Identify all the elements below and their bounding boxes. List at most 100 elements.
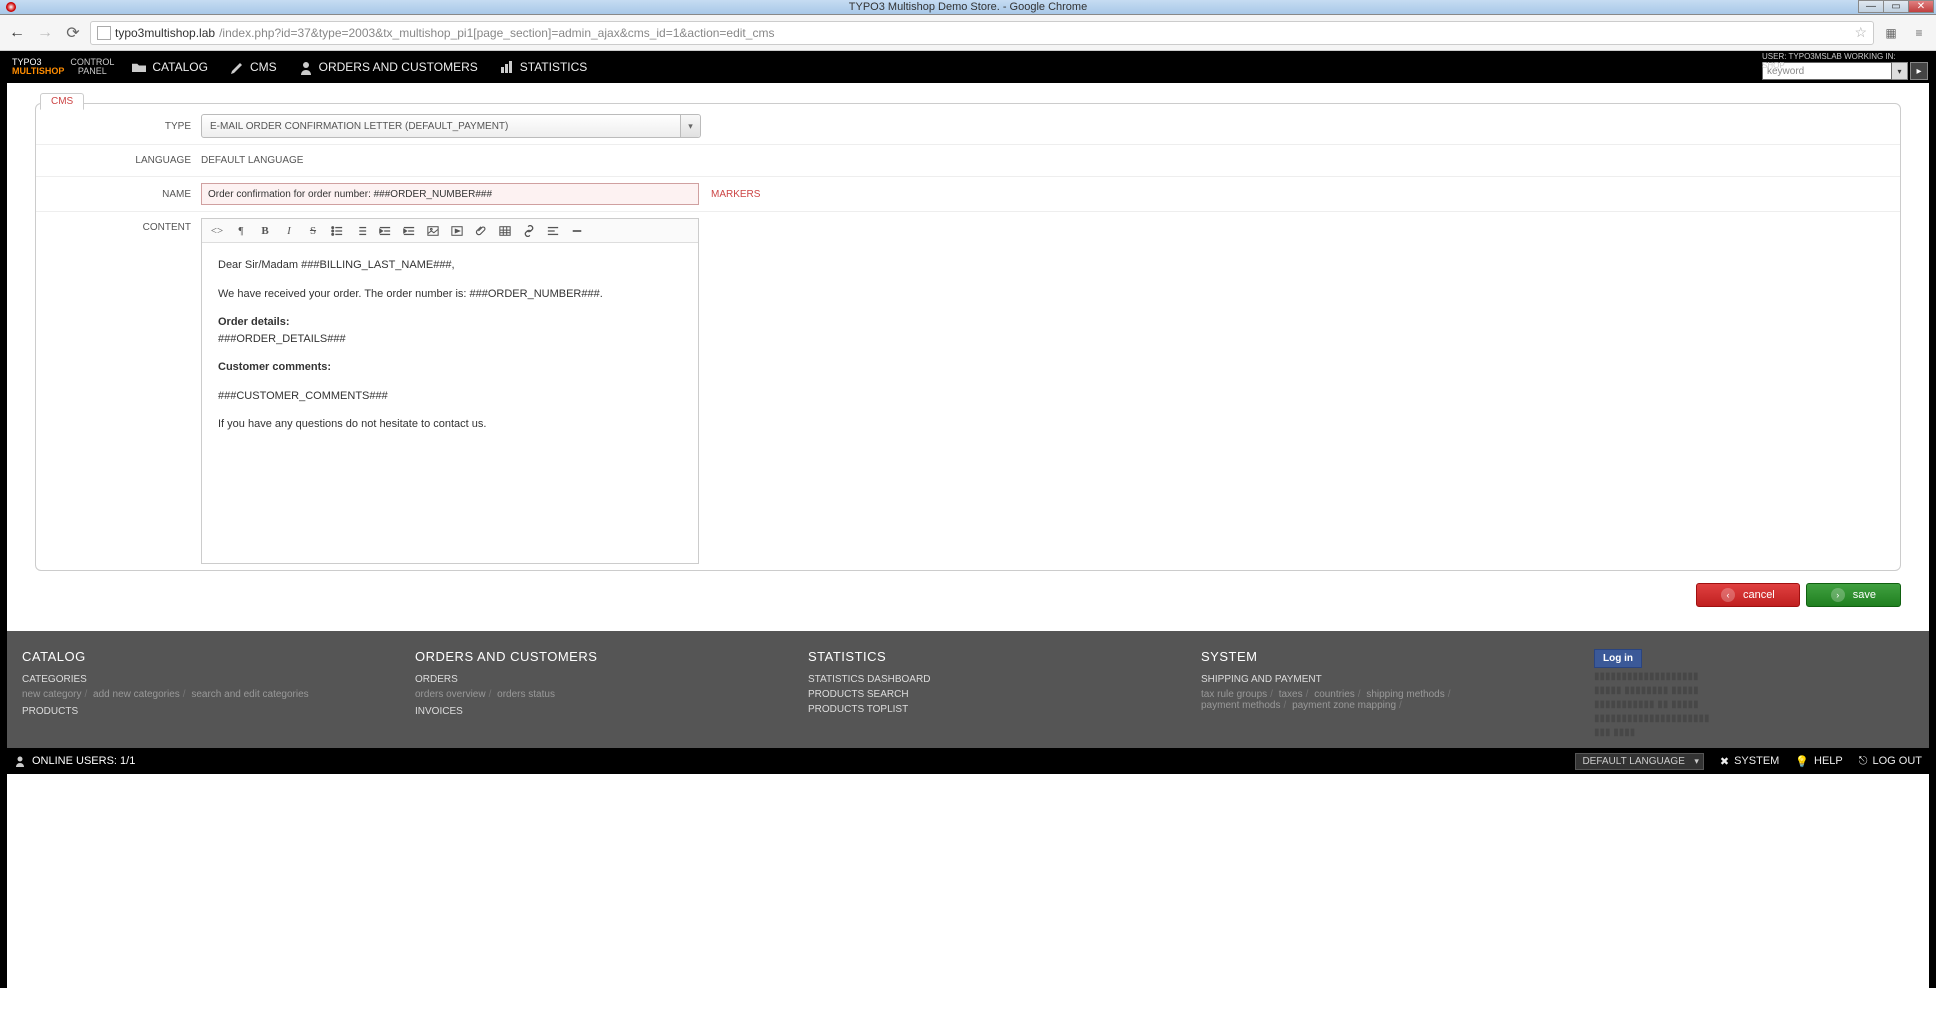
type-select-value: E-MAIL ORDER CONFIRMATION LETTER (DEFAUL…: [210, 121, 508, 132]
footer-heading: SYSTEM: [1201, 649, 1574, 664]
chevron-left-icon: ‹: [1721, 588, 1735, 602]
footer-link[interactable]: payment zone mapping: [1292, 700, 1396, 711]
table-icon[interactable]: [494, 222, 516, 240]
logout-icon: ⎋: [1859, 755, 1868, 768]
bottombar: ONLINE USERS: 1/1 DEFAULT LANGUAGE ✖ SYS…: [0, 748, 1936, 774]
row-language: LANGUAGE DEFAULT LANGUAGE: [36, 145, 1900, 177]
close-window-button[interactable]: ✕: [1908, 0, 1934, 13]
align-icon[interactable]: [542, 222, 564, 240]
editor-line: ###CUSTOMER_COMMENTS###: [218, 388, 682, 405]
editor-content[interactable]: Dear Sir/Madam ###BILLING_LAST_NAME###, …: [202, 243, 698, 563]
footer-link[interactable]: countries: [1314, 689, 1355, 700]
content-label: CONTENT: [46, 218, 201, 233]
menu-catalog[interactable]: CATALOG: [132, 60, 208, 74]
footer-col-orders: ORDERS AND CUSTOMERS ORDERS orders overv…: [415, 649, 788, 740]
name-input[interactable]: [201, 183, 699, 205]
footer-link[interactable]: STATISTICS DASHBOARD: [808, 674, 1181, 685]
footer-subheading[interactable]: CATEGORIES: [22, 674, 395, 685]
footer-link[interactable]: taxes: [1279, 689, 1303, 700]
attachment-icon[interactable]: [470, 222, 492, 240]
footer-link[interactable]: shipping methods: [1366, 689, 1444, 700]
online-users-label: ONLINE USERS: 1/1: [32, 755, 135, 767]
strikethrough-icon[interactable]: S: [302, 222, 324, 240]
cancel-button[interactable]: ‹ cancel: [1696, 583, 1800, 607]
save-button[interactable]: › save: [1806, 583, 1901, 607]
indent-icon[interactable]: [398, 222, 420, 240]
menu-statistics[interactable]: STATISTICS: [500, 60, 588, 74]
footer-subheading[interactable]: SHIPPING AND PAYMENT: [1201, 674, 1574, 685]
panel-tab-cms[interactable]: CMS: [40, 93, 84, 110]
italic-icon[interactable]: I: [278, 222, 300, 240]
url-input[interactable]: typo3multishop.lab/index.php?id=37&type=…: [90, 21, 1874, 45]
footer-link[interactable]: orders overview: [415, 689, 486, 700]
language-value: DEFAULT LANGUAGE: [201, 155, 303, 166]
footer-link[interactable]: search and edit categories: [191, 689, 308, 700]
footer-link[interactable]: PRODUCTS SEARCH: [808, 689, 1181, 700]
horizontal-rule-icon[interactable]: [566, 222, 588, 240]
system-button[interactable]: ✖ SYSTEM: [1720, 755, 1779, 768]
side-edge: [0, 83, 7, 988]
footer-subheading[interactable]: ORDERS: [415, 674, 788, 685]
action-buttons: ‹ cancel › save: [35, 571, 1901, 619]
footer-col-catalog: CATALOG CATEGORIES new category/ add new…: [22, 649, 395, 740]
footer-heading: STATISTICS: [808, 649, 1181, 664]
footer-link[interactable]: PRODUCTS TOPLIST: [808, 704, 1181, 715]
code-view-icon[interactable]: <>: [206, 222, 228, 240]
footer-col-stats: STATISTICS STATISTICS DASHBOARD PRODUCTS…: [808, 649, 1181, 740]
footer-col-system: SYSTEM SHIPPING AND PAYMENT tax rule gro…: [1201, 649, 1574, 740]
footer-subheading[interactable]: INVOICES: [415, 706, 788, 717]
maximize-window-button[interactable]: ▭: [1883, 0, 1909, 13]
footer-link[interactable]: payment methods: [1201, 700, 1281, 711]
minimize-window-button[interactable]: —: [1858, 0, 1884, 13]
extension-icon[interactable]: ▦: [1880, 22, 1902, 44]
help-button[interactable]: 💡 HELP: [1795, 755, 1842, 768]
footer-right: Log in ▮▮▮▮▮▮▮▮▮▮▮▮▮▮▮▮▮▮▮▮▮▮▮▮ ▮▮▮▮▮▮▮▮…: [1594, 649, 1914, 740]
window-controls: — ▭ ✕: [1859, 0, 1934, 13]
image-icon[interactable]: [422, 222, 444, 240]
chrome-icon: [6, 2, 16, 12]
chevron-right-icon: ›: [1831, 588, 1845, 602]
row-content: CONTENT <> ¶ B I S: [36, 212, 1900, 570]
user-icon: [14, 755, 26, 767]
outdent-icon[interactable]: [374, 222, 396, 240]
multishop-logo[interactable]: TYPO3 MULTISHOP CONTROL PANEL: [12, 58, 114, 76]
footer-links: orders overview/ orders status: [415, 689, 788, 700]
footer-link[interactable]: orders status: [497, 689, 555, 700]
cms-panel: CMS TYPE E-MAIL ORDER CONFIRMATION LETTE…: [35, 103, 1901, 571]
bold-icon[interactable]: B: [254, 222, 276, 240]
side-edge: [1929, 83, 1936, 988]
forward-button[interactable]: →: [34, 22, 56, 44]
footer-link[interactable]: add new categories: [93, 689, 180, 700]
url-domain: typo3multishop.lab: [115, 26, 215, 40]
menu-icon[interactable]: ≡: [1908, 22, 1930, 44]
chart-icon: [500, 61, 514, 73]
editor-line: Dear Sir/Madam ###BILLING_LAST_NAME###,: [218, 257, 682, 274]
footer-link[interactable]: new category: [22, 689, 81, 700]
facebook-login-button[interactable]: Log in: [1594, 649, 1642, 668]
footer-links: new category/ add new categories/ search…: [22, 689, 395, 700]
footer-link[interactable]: tax rule groups: [1201, 689, 1267, 700]
menu-orders[interactable]: ORDERS AND CUSTOMERS: [299, 60, 478, 74]
back-button[interactable]: ←: [6, 22, 28, 44]
ordered-list-icon[interactable]: [350, 222, 372, 240]
editor-line: Order details:###ORDER_DETAILS###: [218, 314, 682, 347]
footer-subheading[interactable]: PRODUCTS: [22, 706, 395, 717]
video-icon[interactable]: [446, 222, 468, 240]
chevron-down-icon: ▾: [680, 115, 700, 137]
link-icon[interactable]: [518, 222, 540, 240]
language-select[interactable]: DEFAULT LANGUAGE: [1575, 753, 1703, 770]
unordered-list-icon[interactable]: [326, 222, 348, 240]
menu-cms[interactable]: CMS: [230, 60, 277, 74]
editor-line: If you have any questions do not hesitat…: [218, 416, 682, 433]
name-label: NAME: [46, 189, 201, 200]
row-name: NAME MARKERS: [36, 177, 1900, 212]
markers-link[interactable]: MARKERS: [711, 189, 760, 200]
reload-button[interactable]: ⟳: [62, 22, 84, 44]
type-select[interactable]: E-MAIL ORDER CONFIRMATION LETTER (DEFAUL…: [201, 114, 701, 138]
editor-toolbar: <> ¶ B I S: [202, 219, 698, 243]
window-titlebar: TYPO3 Multishop Demo Store. - Google Chr…: [0, 0, 1936, 15]
bookmark-star-icon[interactable]: ☆: [1854, 24, 1867, 41]
logout-button[interactable]: ⎋ LOG OUT: [1859, 755, 1922, 768]
paragraph-icon[interactable]: ¶: [230, 222, 252, 240]
window-title: TYPO3 Multishop Demo Store. - Google Chr…: [849, 1, 1087, 13]
